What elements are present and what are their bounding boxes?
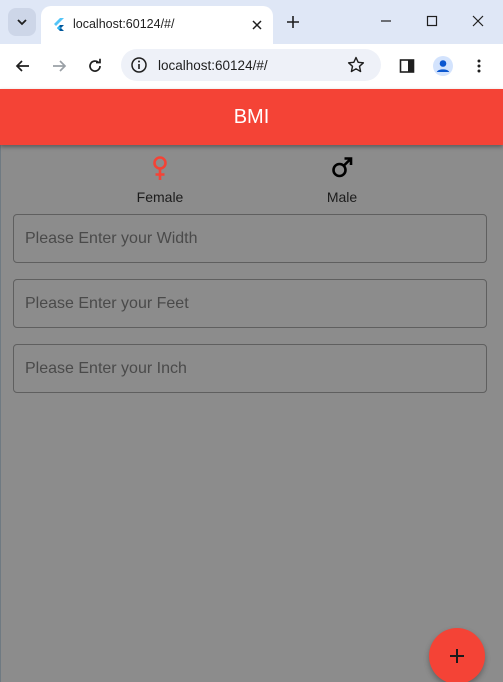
window-close-button[interactable] bbox=[455, 0, 501, 42]
browser-tab-strip: localhost:60124/#/ bbox=[0, 0, 503, 44]
side-panel-button[interactable] bbox=[393, 52, 421, 80]
arrow-right-icon bbox=[53, 60, 67, 72]
app-body: Female Male bbox=[0, 145, 503, 682]
add-button[interactable] bbox=[429, 628, 485, 682]
chevron-down-icon bbox=[17, 19, 27, 26]
female-icon bbox=[153, 156, 167, 180]
gender-label-female: Female bbox=[136, 189, 184, 205]
plus-icon bbox=[287, 16, 299, 28]
app-bar: BMI bbox=[0, 89, 503, 145]
profile-button[interactable] bbox=[429, 52, 457, 80]
new-tab-button[interactable] bbox=[281, 10, 305, 34]
width-field bbox=[13, 214, 487, 263]
side-panel-icon bbox=[399, 59, 415, 73]
tab-search-button[interactable] bbox=[8, 8, 36, 36]
inch-field bbox=[13, 344, 487, 393]
close-icon bbox=[472, 15, 484, 27]
maximize-icon bbox=[426, 15, 438, 27]
browser-toolbar: localhost:60124/#/ bbox=[0, 44, 503, 89]
minimize-button[interactable] bbox=[363, 0, 409, 42]
width-input[interactable] bbox=[14, 215, 486, 262]
star-icon[interactable] bbox=[347, 56, 365, 74]
arrow-left-icon bbox=[15, 60, 29, 72]
minimize-icon bbox=[381, 20, 391, 22]
url-text[interactable]: localhost:60124/#/ bbox=[158, 58, 268, 73]
feet-input[interactable] bbox=[14, 280, 486, 327]
forward-button[interactable] bbox=[45, 52, 73, 80]
tab-title: localhost:60124/#/ bbox=[73, 17, 175, 31]
gender-option-male[interactable]: Male bbox=[292, 155, 392, 205]
reload-button[interactable] bbox=[81, 52, 109, 80]
account-icon bbox=[433, 56, 453, 76]
address-bar[interactable]: localhost:60124/#/ bbox=[121, 49, 381, 81]
back-button[interactable] bbox=[9, 52, 37, 80]
gender-label-male: Male bbox=[326, 189, 358, 205]
more-vertical-icon bbox=[477, 59, 481, 73]
window-edge bbox=[0, 145, 1, 682]
inch-input[interactable] bbox=[14, 345, 486, 392]
male-icon bbox=[332, 157, 353, 178]
app-title: BMI bbox=[233, 106, 270, 128]
add-icon bbox=[450, 649, 464, 663]
browser-tab[interactable]: localhost:60124/#/ bbox=[41, 6, 273, 44]
maximize-button[interactable] bbox=[409, 0, 455, 42]
close-icon bbox=[252, 20, 262, 30]
reload-icon bbox=[89, 58, 101, 72]
flutter-icon bbox=[54, 18, 64, 31]
gender-option-female[interactable]: Female bbox=[110, 155, 210, 205]
feet-field bbox=[13, 279, 487, 328]
site-info-icon[interactable] bbox=[130, 56, 148, 74]
tab-close-button[interactable] bbox=[247, 15, 267, 35]
browser-menu-button[interactable] bbox=[465, 52, 493, 80]
